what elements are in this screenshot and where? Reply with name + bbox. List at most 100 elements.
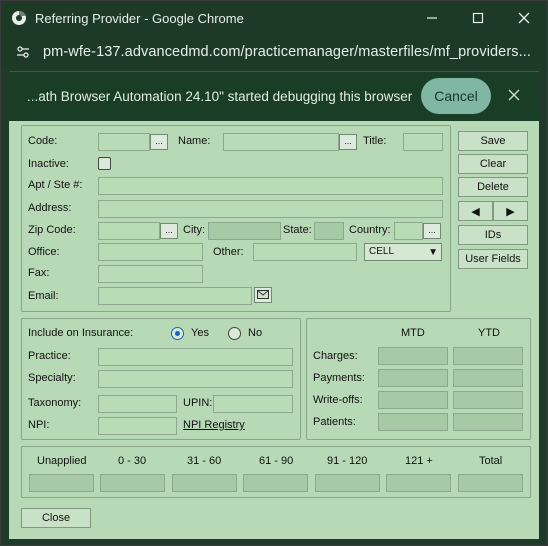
title-bar: Referring Provider - Google Chrome bbox=[1, 1, 547, 35]
aging-header-0-30: 0 - 30 bbox=[118, 455, 147, 467]
other-label: Other: bbox=[213, 246, 244, 258]
aging-header-121-plus: 121 + bbox=[405, 455, 433, 467]
user-fields-button[interactable]: User Fields bbox=[458, 249, 528, 269]
include-insurance-yes-radio[interactable] bbox=[171, 327, 184, 340]
aging-0-30-value bbox=[100, 474, 165, 492]
aging-header-61-90: 61 - 90 bbox=[259, 455, 294, 467]
no-label: No bbox=[248, 327, 263, 339]
payments-label: Payments: bbox=[313, 372, 365, 384]
aging-header-total: Total bbox=[479, 455, 503, 467]
next-record-button[interactable]: ▶ bbox=[493, 201, 528, 221]
payments-mtd-value bbox=[378, 369, 448, 387]
other-phone-input[interactable] bbox=[253, 243, 357, 261]
close-icon bbox=[508, 89, 520, 101]
minimize-button[interactable] bbox=[409, 1, 455, 35]
patients-mtd-value bbox=[378, 413, 448, 431]
close-window-button[interactable] bbox=[501, 1, 547, 35]
triangle-left-icon: ◀ bbox=[471, 205, 480, 218]
aging-unapplied-value bbox=[29, 474, 94, 492]
save-button[interactable]: Save bbox=[458, 131, 528, 151]
apt-label: Apt / Ste #: bbox=[28, 179, 83, 191]
city-input[interactable] bbox=[208, 222, 281, 240]
aging-header-31-60: 31 - 60 bbox=[187, 455, 222, 467]
practice-label: Practice: bbox=[28, 350, 71, 362]
charges-ytd-value bbox=[453, 347, 523, 365]
title-input[interactable] bbox=[403, 133, 443, 151]
url-text[interactable]: pm-wfe-137.advancedmd.com/practicemanage… bbox=[43, 44, 531, 60]
envelope-icon bbox=[257, 290, 269, 299]
city-label: City: bbox=[183, 224, 205, 236]
aging-121-plus-value bbox=[386, 474, 451, 492]
payments-ytd-value bbox=[453, 369, 523, 387]
patients-label: Patients: bbox=[313, 416, 356, 428]
upin-input[interactable] bbox=[213, 395, 293, 413]
include-insurance-label: Include on Insurance: bbox=[28, 327, 134, 339]
chrome-icon bbox=[12, 11, 26, 25]
aging-total-value bbox=[458, 474, 523, 492]
country-picker-button[interactable]: ... bbox=[423, 223, 441, 239]
code-label: Code: bbox=[28, 135, 58, 147]
inactive-label: Inactive: bbox=[28, 158, 69, 170]
office-label: Office: bbox=[28, 246, 60, 258]
email-input[interactable] bbox=[98, 287, 252, 305]
code-input[interactable] bbox=[98, 133, 150, 151]
window-title: Referring Provider - Google Chrome bbox=[35, 10, 244, 26]
state-label: State: bbox=[283, 224, 312, 236]
site-info-icon[interactable] bbox=[15, 44, 31, 60]
upin-label: UPIN: bbox=[183, 397, 213, 409]
specialty-label: Specialty: bbox=[28, 372, 76, 384]
npi-registry-link[interactable]: NPI Registry bbox=[183, 419, 245, 431]
zip-picker-button[interactable]: ... bbox=[160, 223, 178, 239]
close-button[interactable]: Close bbox=[21, 508, 91, 528]
debugging-infobar: ...ath Browser Automation 24.10" started… bbox=[9, 71, 539, 121]
specialty-input[interactable] bbox=[98, 370, 293, 388]
code-picker-button[interactable]: ... bbox=[150, 134, 168, 150]
minimize-icon bbox=[427, 17, 437, 19]
phone-type-value: CELL bbox=[369, 246, 395, 257]
clear-button[interactable]: Clear bbox=[458, 154, 528, 174]
fax-label: Fax: bbox=[28, 267, 50, 279]
aging-header-unapplied: Unapplied bbox=[37, 455, 87, 467]
phone-type-select[interactable]: CELL ▼ bbox=[364, 243, 442, 261]
address-bar[interactable]: pm-wfe-137.advancedmd.com/practicemanage… bbox=[1, 35, 547, 69]
npi-input[interactable] bbox=[98, 417, 177, 435]
include-insurance-no-radio[interactable] bbox=[228, 327, 241, 340]
delete-button[interactable]: Delete bbox=[458, 177, 528, 197]
zip-label: Zip Code: bbox=[28, 224, 76, 236]
chevron-down-icon: ▼ bbox=[428, 247, 438, 258]
triangle-right-icon: ▶ bbox=[506, 205, 515, 218]
send-email-button[interactable] bbox=[254, 287, 272, 303]
aging-91-120-value bbox=[315, 474, 380, 492]
address-label: Address: bbox=[28, 202, 72, 214]
title-label: Title: bbox=[363, 135, 387, 147]
practice-input[interactable] bbox=[98, 348, 293, 366]
yes-label: Yes bbox=[191, 327, 209, 339]
cancel-debugging-button[interactable]: Cancel bbox=[421, 78, 491, 114]
country-input[interactable] bbox=[394, 222, 423, 240]
apt-input[interactable] bbox=[98, 177, 443, 195]
inactive-checkbox[interactable] bbox=[98, 157, 111, 170]
infobar-close-button[interactable] bbox=[504, 85, 524, 105]
state-input[interactable] bbox=[314, 222, 344, 240]
writeoffs-label: Write-offs: bbox=[313, 394, 363, 406]
name-input[interactable] bbox=[223, 133, 339, 151]
charges-mtd-value bbox=[378, 347, 448, 365]
name-picker-button[interactable]: ... bbox=[339, 134, 357, 150]
taxonomy-input[interactable] bbox=[98, 395, 177, 413]
writeoffs-mtd-value bbox=[378, 391, 448, 409]
office-phone-input[interactable] bbox=[98, 243, 203, 261]
zip-input[interactable] bbox=[98, 222, 160, 240]
npi-label: NPI: bbox=[28, 419, 50, 431]
aging-header-91-120: 91 - 120 bbox=[327, 455, 368, 467]
mtd-header: MTD bbox=[401, 327, 425, 339]
previous-record-button[interactable]: ◀ bbox=[458, 201, 493, 221]
aging-31-60-value bbox=[172, 474, 237, 492]
writeoffs-ytd-value bbox=[453, 391, 523, 409]
provider-info-panel bbox=[21, 125, 451, 312]
patients-ytd-value bbox=[453, 413, 523, 431]
charges-label: Charges: bbox=[313, 350, 358, 362]
maximize-button[interactable] bbox=[455, 1, 501, 35]
address-input[interactable] bbox=[98, 200, 443, 218]
ids-button[interactable]: IDs bbox=[458, 225, 528, 245]
fax-input[interactable] bbox=[98, 265, 203, 283]
